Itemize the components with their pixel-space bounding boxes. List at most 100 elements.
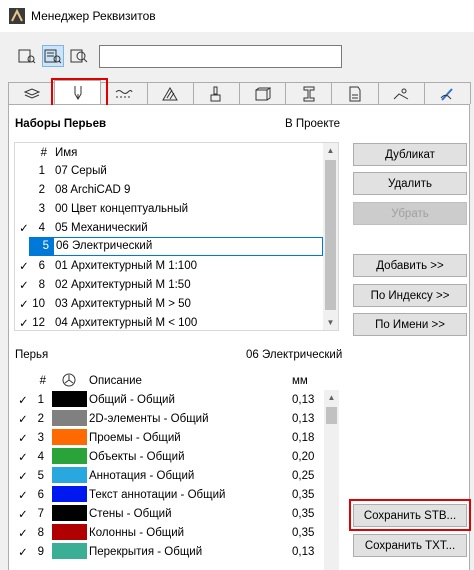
pen-weight: 0,35	[292, 526, 315, 539]
tab-zones[interactable]	[377, 82, 425, 104]
check-mark-icon[interactable]: ✓	[17, 259, 31, 273]
pen-index: 1	[37, 393, 44, 406]
pen-index: 2	[37, 412, 44, 425]
table-row[interactable]: ✓ 2 2D-элементы - Общий 0,13	[14, 409, 324, 428]
check-mark-icon[interactable]: ✓	[16, 431, 30, 445]
list-item[interactable]: 1 07 Серый	[15, 161, 325, 180]
attribute-tab-bar	[8, 80, 472, 105]
table-row[interactable]: ✓ 9 Перекрытия - Общий 0,13	[14, 542, 324, 561]
tab-pens[interactable]	[54, 80, 102, 104]
pen-description: Общий - Общий	[89, 393, 175, 406]
layers-icon	[23, 87, 40, 99]
pen-set-name: 03 Архитектурный М > 50	[55, 297, 191, 310]
tab-composites[interactable]	[239, 82, 287, 104]
pen-color-swatch[interactable]	[52, 429, 87, 445]
tab-building-materials[interactable]	[331, 82, 379, 104]
by-index-button[interactable]: По Индексу >>	[353, 284, 467, 307]
pen-icon	[74, 85, 82, 100]
profile-icon	[303, 86, 315, 101]
pen-color-swatch[interactable]	[52, 524, 87, 540]
table-row[interactable]: ✓ 3 Проемы - Общий 0,18	[14, 428, 324, 447]
check-mark-icon[interactable]: ✓	[16, 450, 30, 464]
col-mm-header: мм	[292, 374, 308, 387]
tab-layers[interactable]	[8, 82, 56, 104]
by-name-button[interactable]: По Имени >>	[353, 313, 467, 336]
pen-set-name-edit[interactable]: 06 Электрический	[53, 237, 323, 256]
check-mark-icon[interactable]: ✓	[16, 526, 30, 540]
list-item[interactable]: 3 00 Цвет концептуальный	[15, 199, 325, 218]
line-type-icon	[115, 89, 133, 97]
pen-weight: 0,35	[292, 507, 315, 520]
scroll-thumb[interactable]	[326, 407, 337, 424]
add-button[interactable]: Добавить >>	[353, 254, 467, 277]
table-row[interactable]: ✓ 4 Объекты - Общий 0,20	[14, 447, 324, 466]
check-mark-icon[interactable]: ✓	[16, 393, 30, 407]
scroll-up-icon[interactable]: ▲	[323, 143, 338, 158]
pen-set-index: 2	[38, 183, 45, 196]
pen-sets-heading: Наборы Перьев	[15, 118, 107, 130]
check-mark-icon[interactable]: ✓	[16, 507, 30, 521]
tab-fills[interactable]	[146, 82, 194, 104]
pen-color-swatch[interactable]	[52, 391, 87, 407]
pen-sets-list[interactable]: # Имя 1 07 Серый 2 08 ArchiCAD 9 3 00 Цв…	[14, 142, 339, 331]
table-row[interactable]: ✓ 1 Общий - Общий 0,13	[14, 390, 324, 409]
pen-color-swatch[interactable]	[52, 448, 87, 464]
tab-surfaces[interactable]	[423, 82, 472, 104]
view-list-button[interactable]	[16, 45, 38, 67]
pens-list[interactable]: # Описание мм ✓ 1 Общий - Общий 0,13 ✓ 2…	[14, 370, 339, 570]
list-item-selected[interactable]: 5 06 Электрический	[15, 237, 325, 256]
save-txt-button[interactable]: Сохранить TXT...	[353, 534, 467, 557]
view-find-button[interactable]	[68, 45, 90, 67]
pen-index: 7	[37, 507, 44, 520]
search-input[interactable]	[99, 45, 342, 68]
pen-color-swatch[interactable]	[52, 505, 87, 521]
pen-color-swatch[interactable]	[52, 467, 87, 483]
check-mark-icon[interactable]: ✓	[17, 297, 31, 311]
list-item[interactable]: ✓ 4 05 Механический	[15, 218, 325, 237]
pen-color-swatch[interactable]	[52, 410, 87, 426]
table-row[interactable]: ✓ 5 Аннотация - Общий 0,25	[14, 466, 324, 485]
check-mark-icon[interactable]: ✓	[16, 545, 30, 559]
pen-description: Текст аннотации - Общий	[89, 488, 226, 501]
pen-description: 2D-элементы - Общий	[89, 412, 209, 425]
table-row[interactable]: ✓ 7 Стены - Общий 0,35	[14, 504, 324, 523]
table-row[interactable]: ✓ 8 Колонны - Общий 0,35	[14, 523, 324, 542]
table-row[interactable]: ✓ 6 Текст аннотации - Общий 0,35	[14, 485, 324, 504]
list-item[interactable]: ✓ 10 03 Архитектурный М > 50	[15, 294, 325, 313]
pen-color-swatch[interactable]	[52, 486, 87, 502]
pen-weight: 0,20	[292, 450, 315, 463]
list-item[interactable]: 2 08 ArchiCAD 9	[15, 180, 325, 199]
pen-color-swatch[interactable]	[52, 543, 87, 559]
duplicate-button[interactable]: Дубликат	[353, 143, 467, 166]
zone-icon	[393, 88, 409, 99]
list-item[interactable]: ✓ 6 01 Архитектурный М 1:100	[15, 256, 325, 275]
check-mark-icon[interactable]: ✓	[16, 412, 30, 426]
pen-set-index: 3	[38, 202, 45, 215]
pens-heading: Перья	[15, 349, 49, 361]
save-stb-button[interactable]: Сохранить STB...	[353, 504, 467, 527]
remove-button[interactable]: Убрать	[353, 202, 467, 225]
scroll-thumb[interactable]	[325, 160, 336, 310]
list-item[interactable]: ✓ 12 04 Архитектурный М < 100	[15, 313, 325, 330]
pen-set-index: 4	[38, 221, 45, 234]
tab-profiles[interactable]	[285, 82, 333, 104]
view-list-detail-button[interactable]	[42, 45, 64, 67]
pen-index: 8	[37, 526, 44, 539]
pen-set-index: 8	[38, 278, 45, 291]
list-item[interactable]: ✓ 8 02 Архитектурный М 1:50	[15, 275, 325, 294]
pens-scrollbar[interactable]: ▲	[324, 390, 339, 570]
scroll-up-icon[interactable]: ▲	[324, 390, 339, 405]
check-mark-icon[interactable]: ✓	[17, 316, 31, 330]
delete-button[interactable]: Удалить	[353, 172, 467, 195]
check-mark-icon[interactable]: ✓	[17, 221, 31, 235]
view-mode-toolbar	[16, 44, 94, 68]
pen-sets-scrollbar[interactable]: ▲ ▼	[323, 143, 338, 330]
scroll-down-icon[interactable]: ▼	[323, 315, 338, 330]
tab-line-types[interactable]	[100, 82, 148, 104]
check-mark-icon[interactable]: ✓	[16, 469, 30, 483]
check-mark-icon[interactable]: ✓	[16, 488, 30, 502]
tab-paints[interactable]	[192, 82, 241, 104]
pen-set-name: 04 Архитектурный М < 100	[55, 316, 198, 329]
col-name-header: Имя	[55, 146, 78, 159]
check-mark-icon[interactable]: ✓	[17, 278, 31, 292]
